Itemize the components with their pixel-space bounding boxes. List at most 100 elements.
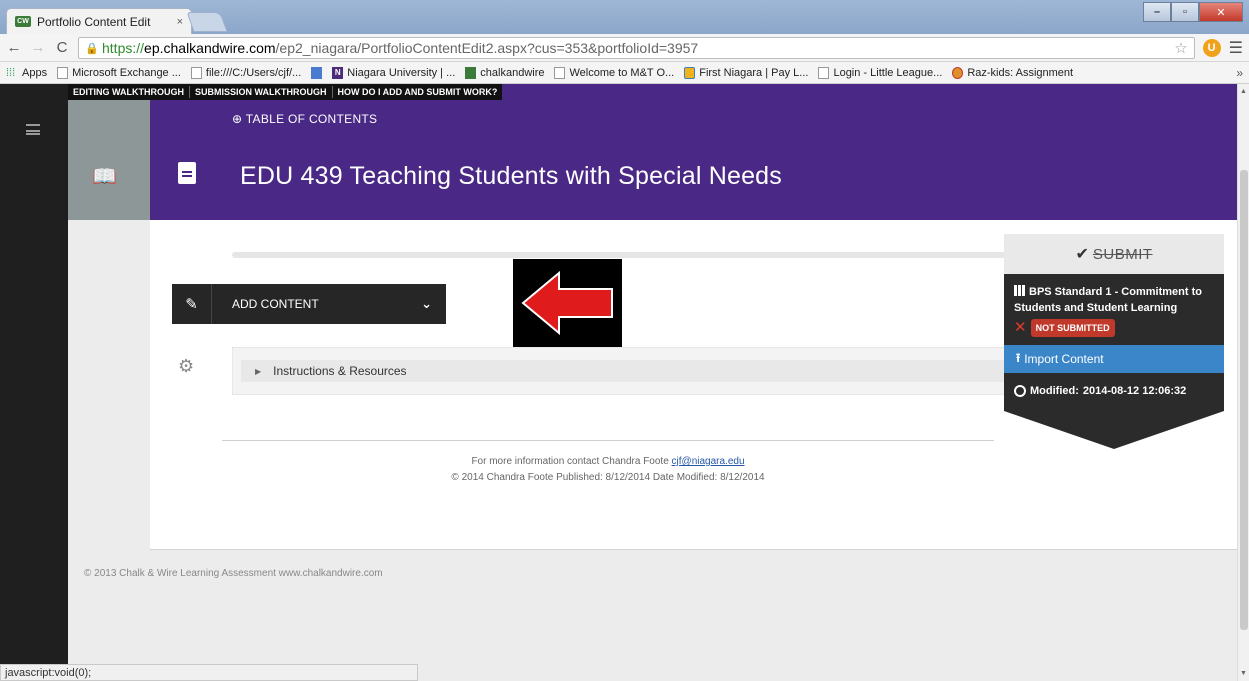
standard-item[interactable]: BPS Standard 1 - Commitment to Students … [1004, 274, 1224, 345]
submit-label: SUBMIT [1092, 245, 1153, 263]
close-window-button[interactable]: ✕ [1199, 2, 1243, 22]
new-tab-button[interactable] [186, 12, 228, 32]
first-niagara-icon [684, 66, 696, 79]
url-host: ep.chalkandwire.com [144, 39, 276, 56]
raz-kids-icon [952, 66, 964, 79]
open-book-icon[interactable]: 📖 [92, 164, 117, 189]
bookmark-file[interactable]: file:///C:/Users/cjf/... [190, 66, 302, 79]
import-label: Import Content [1024, 352, 1104, 366]
vertical-scrollbar[interactable]: ▲ ▼ [1237, 84, 1249, 681]
bookmark-label: file:///C:/Users/cjf/... [205, 66, 302, 79]
bookmarks-bar: ⁞⁞⁞ Apps Microsoft Exchange ... file:///C… [0, 62, 1249, 84]
browser-status-bar: javascript:void(0); [0, 664, 418, 681]
upload-icon: ⭱ [1016, 350, 1021, 365]
bookmark-niagara-university[interactable]: N Niagara University | ... [332, 66, 456, 79]
chevron-down-icon: ⌄ [421, 296, 432, 311]
bookmark-star-icon[interactable]: ☆ [1174, 39, 1187, 57]
page-icon [554, 66, 566, 79]
contact-info: For more information contact Chandra Foo… [222, 454, 994, 486]
browser-toolbar: ← → C 🔒 https://ep.chalkandwire.com/ep2_… [0, 34, 1249, 62]
standard-title: BPS Standard 1 - Commitment to Students … [1014, 286, 1202, 314]
bookmark-chalkandwire[interactable]: chalkandwire [465, 66, 545, 79]
left-rail [0, 84, 68, 681]
page-title: EDU 439 Teaching Students with Special N… [240, 162, 782, 190]
editing-walkthrough-link[interactable]: EDITING WALKTHROUGH [68, 86, 190, 98]
google-icon [311, 66, 323, 79]
toc-label: TABLE OF CONTENTS [245, 112, 378, 126]
bookmark-microsoft-exchange[interactable]: Microsoft Exchange ... [57, 66, 181, 79]
reload-icon[interactable]: C [54, 39, 70, 56]
gear-icon[interactable]: ⚙ [178, 356, 194, 377]
tab-close-icon[interactable]: × [177, 16, 183, 28]
bookmark-label: Niagara University | ... [347, 66, 456, 79]
back-icon[interactable]: ← [6, 39, 22, 56]
contact-email-link[interactable]: cjf@niagara.edu [672, 456, 745, 467]
scroll-up-icon[interactable]: ▲ [1240, 88, 1247, 95]
pencil-icon: ✎ [172, 284, 212, 324]
bookmark-google[interactable] [311, 66, 323, 79]
browser-menu-icon[interactable]: ☰ [1229, 38, 1243, 58]
grid-icon [1014, 285, 1025, 296]
red-arrow-annotation [513, 259, 622, 348]
document-icon [178, 162, 196, 184]
bookmark-first-niagara[interactable]: First Niagara | Pay L... [684, 66, 809, 79]
hamburger-menu-icon[interactable] [26, 124, 40, 135]
bookmark-label: First Niagara | Pay L... [699, 66, 809, 79]
check-icon: ✔ [1075, 246, 1089, 263]
submit-button[interactable]: ✔ SUBMIT [1004, 234, 1224, 274]
table-of-contents-link[interactable]: ⊕ TABLE OF CONTENTS [232, 112, 377, 126]
url-scheme: https [102, 39, 133, 56]
modified-info: Modified: 2014-08-12 12:06:32 [1004, 373, 1224, 411]
bookmark-label: Welcome to M&T O... [569, 66, 675, 79]
bookmark-label: Microsoft Exchange ... [72, 66, 181, 79]
bookmark-label: Apps [22, 66, 48, 79]
modified-value: 2014-08-12 12:06:32 [1082, 385, 1187, 397]
lock-icon: 🔒 [85, 42, 99, 55]
apps-grid-icon: ⁞⁞⁞ [6, 66, 16, 79]
instructions-toggle[interactable]: ▶ Instructions & Resources [241, 360, 1055, 382]
help-links-bar: EDITING WALKTHROUGH SUBMISSION WALKTHROU… [68, 84, 503, 100]
add-content-button[interactable]: ✎ ADD CONTENT ⌄ [172, 284, 446, 324]
url-text: https://ep.chalkandwire.com/ep2_niagara/… [102, 39, 699, 56]
x-icon: ✕ [1014, 319, 1027, 336]
bookmark-label: chalkandwire [480, 66, 545, 79]
how-do-i-add-link[interactable]: HOW DO I ADD AND SUBMIT WORK? [333, 86, 503, 98]
chalkandwire-icon [465, 66, 477, 79]
clock-icon [1014, 385, 1026, 397]
niagara-icon: N [332, 66, 344, 79]
bookmark-little-league[interactable]: Login - Little League... [818, 66, 942, 79]
caret-right-icon: ▶ [255, 366, 262, 376]
more-bookmarks-icon[interactable]: » [1236, 66, 1243, 80]
url-path: /ep2_niagara/PortfolioContentEdit2.aspx?… [275, 39, 699, 56]
address-bar[interactable]: 🔒 https://ep.chalkandwire.com/ep2_niagar… [78, 36, 1195, 59]
bookmark-raz-kids[interactable]: Raz-kids: Assignment [952, 66, 1073, 79]
minimize-button[interactable]: – [1143, 2, 1171, 22]
contact-prefix: For more information contact Chandra Foo… [471, 456, 672, 467]
submission-walkthrough-link[interactable]: SUBMISSION WALKTHROUGH [190, 86, 333, 98]
gray-column: 📖 [68, 100, 150, 220]
scroll-thumb[interactable] [1240, 170, 1248, 630]
import-content-button[interactable]: ⭱ Import Content [1004, 345, 1224, 373]
panel-tail [1004, 411, 1224, 449]
status-badge: NOT SUBMITTED [1030, 319, 1115, 337]
tab-title: Portfolio Content Edit [37, 14, 151, 29]
divider [222, 440, 994, 441]
add-content-label: ADD CONTENT [232, 297, 319, 311]
progress-track [232, 252, 1012, 258]
page-icon [57, 66, 69, 79]
maximize-button[interactable]: ▫ [1171, 2, 1199, 22]
instructions-panel: ▶ Instructions & Resources [232, 347, 1072, 395]
page-header: ⊕ TABLE OF CONTENTS EDU 439 Teaching Stu… [150, 84, 1237, 220]
bookmark-mt[interactable]: Welcome to M&T O... [554, 66, 675, 79]
bookmark-apps[interactable]: ⁞⁞⁞ Apps [6, 67, 47, 79]
forward-icon[interactable]: → [30, 39, 46, 56]
window-titlebar: CW Portfolio Content Edit × – ▫ ✕ [0, 0, 1249, 34]
status-row: ✕ NOT SUBMITTED [1014, 319, 1214, 337]
page-viewport: 📖 ⊕ TABLE OF CONTENTS EDU 439 Teaching S… [0, 84, 1237, 681]
scroll-down-icon[interactable]: ▼ [1240, 670, 1247, 677]
window-controls: – ▫ ✕ [1143, 2, 1243, 22]
extension-icon[interactable]: U [1202, 38, 1221, 57]
browser-tab[interactable]: CW Portfolio Content Edit × [6, 8, 192, 34]
modified-label: Modified: [1030, 385, 1079, 397]
copyright: © 2013 Chalk & Wire Learning Assessment … [84, 568, 383, 579]
